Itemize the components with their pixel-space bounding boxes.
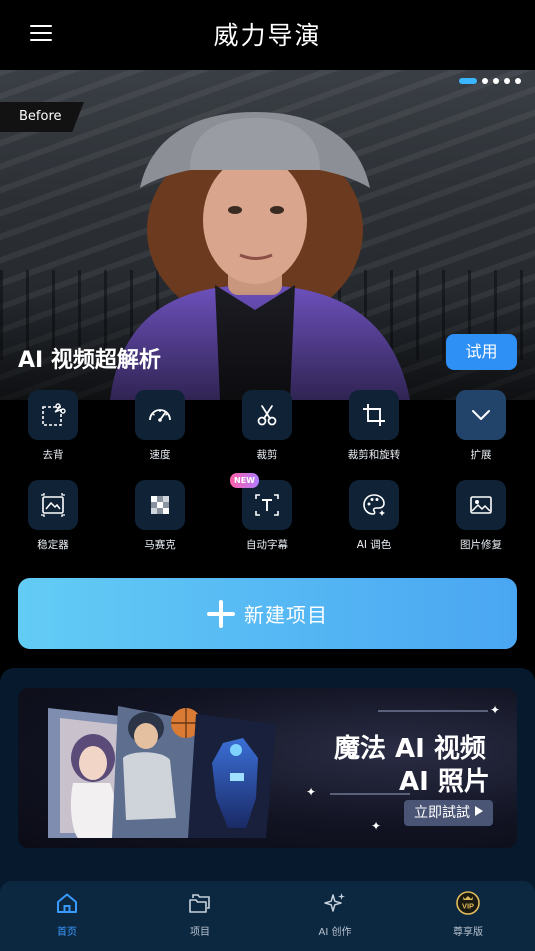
tool-cutout[interactable]: 去背 (13, 390, 93, 462)
sparkle-icon: ✦ (371, 819, 382, 833)
tab-home[interactable]: 首页 (27, 891, 107, 938)
carousel-dots (459, 78, 521, 84)
tool-stabilizer[interactable]: 稳定器 (13, 480, 93, 552)
hero-caption: AI 视频超解析 (18, 348, 161, 373)
bottom-tab-bar: 首页 项目 AI 创作 VIP 尊享版 (0, 881, 535, 951)
tab-ai-creation[interactable]: AI 创作 (295, 891, 375, 938)
tool-image-repair[interactable]: 图片修复 (441, 480, 521, 552)
cutout-icon (42, 403, 66, 426)
tab-premium[interactable]: VIP 尊享版 (428, 891, 508, 938)
tool-speed[interactable]: 速度 (120, 390, 200, 462)
carousel-dot[interactable] (493, 78, 499, 84)
tool-ai-color[interactable]: AI 调色 (334, 480, 414, 552)
mosaic-icon (151, 496, 169, 514)
tool-tile (135, 480, 185, 530)
tool-label: 稳定器 (37, 539, 69, 551)
sparkle-icon (324, 893, 345, 912)
tool-tile (349, 390, 399, 440)
folder-icon (189, 894, 210, 913)
new-project-button[interactable]: 新建项目 (18, 578, 517, 649)
tab-label: 首页 (57, 927, 77, 938)
scissors-icon (257, 405, 277, 426)
app-title: 威力导演 (213, 21, 322, 50)
tool-auto-caption[interactable]: NEW 自动字幕 (227, 473, 307, 552)
carousel-dot[interactable] (515, 78, 521, 84)
sparkle-icon: ✦ (490, 703, 501, 717)
tab-label: 尊享版 (453, 927, 483, 938)
tool-label: 去背 (42, 449, 64, 461)
tool-tile (28, 480, 78, 530)
banner-cta-label: 立即試試 (414, 805, 470, 821)
tool-label: 速度 (149, 449, 171, 461)
tool-tile (456, 480, 506, 530)
tool-label: 马赛克 (144, 539, 176, 551)
carousel-dot[interactable] (482, 78, 488, 84)
banner-try-button[interactable]: 立即試試 (404, 800, 493, 826)
tool-label: 图片修复 (460, 539, 502, 551)
tool-label: AI 调色 (356, 539, 392, 551)
tool-tile (242, 390, 292, 440)
tool-trim[interactable]: 裁剪 (227, 390, 307, 462)
tool-tile (456, 390, 506, 440)
try-button[interactable]: 试用 (446, 334, 517, 370)
auto-caption-icon (255, 494, 279, 516)
tool-crop-rotate[interactable]: 裁剪和旋转 (334, 390, 414, 462)
tool-mosaic[interactable]: 马赛克 (120, 480, 200, 552)
carousel-dot-active[interactable] (459, 78, 477, 84)
tool-label: 扩展 (470, 449, 492, 461)
before-label: Before (0, 102, 84, 132)
tool-tile (28, 390, 78, 440)
banner-title-line1: 魔法 AI 视频 (334, 734, 486, 764)
top-bar: 威力导演 (0, 0, 535, 70)
tab-projects[interactable]: 项目 (160, 891, 240, 938)
tool-tile: NEW (230, 473, 292, 530)
tab-label: AI 创作 (318, 927, 352, 938)
vip-icon: VIP (456, 891, 480, 915)
home-icon (57, 893, 77, 913)
image-repair-icon (470, 496, 492, 514)
chevron-down-icon (472, 410, 490, 420)
new-project-label: 新建项目 (244, 603, 328, 627)
new-badge: NEW (230, 473, 259, 488)
tool-label: 裁剪 (256, 449, 278, 461)
carousel-dot[interactable] (504, 78, 510, 84)
hero-carousel[interactable]: Before AI 视频超解析 试用 (0, 70, 535, 400)
speedometer-icon (149, 409, 171, 422)
crop-rotate-icon (363, 404, 385, 426)
palette-icon (363, 494, 385, 516)
tool-tile (135, 390, 185, 440)
magic-ai-banner[interactable]: ✦ ✦ ✦ 魔法 AI 视频 AI 照片 立即試試 (18, 688, 517, 848)
tool-tile (349, 480, 399, 530)
tool-label: 自动字幕 (246, 539, 288, 551)
stabilizer-icon (41, 493, 65, 517)
tab-label: 项目 (190, 927, 210, 938)
tool-expand[interactable]: 扩展 (441, 390, 521, 462)
tool-label: 裁剪和旋转 (347, 449, 401, 461)
svg-text:VIP: VIP (462, 902, 474, 911)
sparkle-icon: ✦ (306, 785, 317, 799)
banner-title-line2: AI 照片 (399, 767, 490, 797)
play-triangle-icon (475, 806, 483, 816)
plus-icon (207, 599, 235, 628)
